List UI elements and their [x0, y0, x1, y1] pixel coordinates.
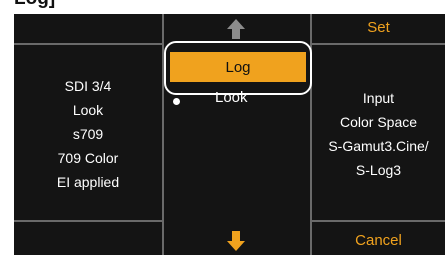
cancel-button[interactable]: Cancel: [312, 232, 445, 249]
left-info-line-2: Look: [72, 102, 104, 118]
divider-top-left: [14, 43, 162, 45]
arrow-down-icon[interactable]: [226, 230, 246, 255]
selected-item[interactable]: Log: [170, 52, 306, 82]
empty-cell-top-left: [14, 14, 162, 43]
left-info-line-5: EI applied: [56, 174, 120, 190]
right-info-line-1: Input: [362, 90, 395, 106]
left-info-panel: SDI 3/4 Look s709 709 Color EI applied: [14, 74, 162, 194]
set-button[interactable]: Set: [312, 19, 445, 36]
right-info-line-2: Color Space: [339, 114, 418, 130]
divider-top-right: [312, 43, 445, 45]
left-info-line-3: s709: [72, 126, 104, 142]
bullet-icon: [173, 98, 180, 105]
right-info-panel: Input Color Space S-Gamut3.Cine/ S-Log3: [312, 86, 445, 182]
divider-bottom-right: [312, 220, 445, 222]
right-info-line-3: S-Gamut3.Cine/: [328, 138, 429, 154]
page-title: Log]: [14, 0, 55, 10]
left-info-line-1: SDI 3/4: [64, 78, 112, 94]
left-info-line-4: 709 Color: [57, 150, 119, 166]
empty-cell-bottom-left: [14, 222, 162, 255]
right-info-line-4: S-Log3: [355, 162, 402, 178]
menu-screen: Set Cancel SDI 3/4 Look s709 709 Color E…: [14, 14, 445, 255]
